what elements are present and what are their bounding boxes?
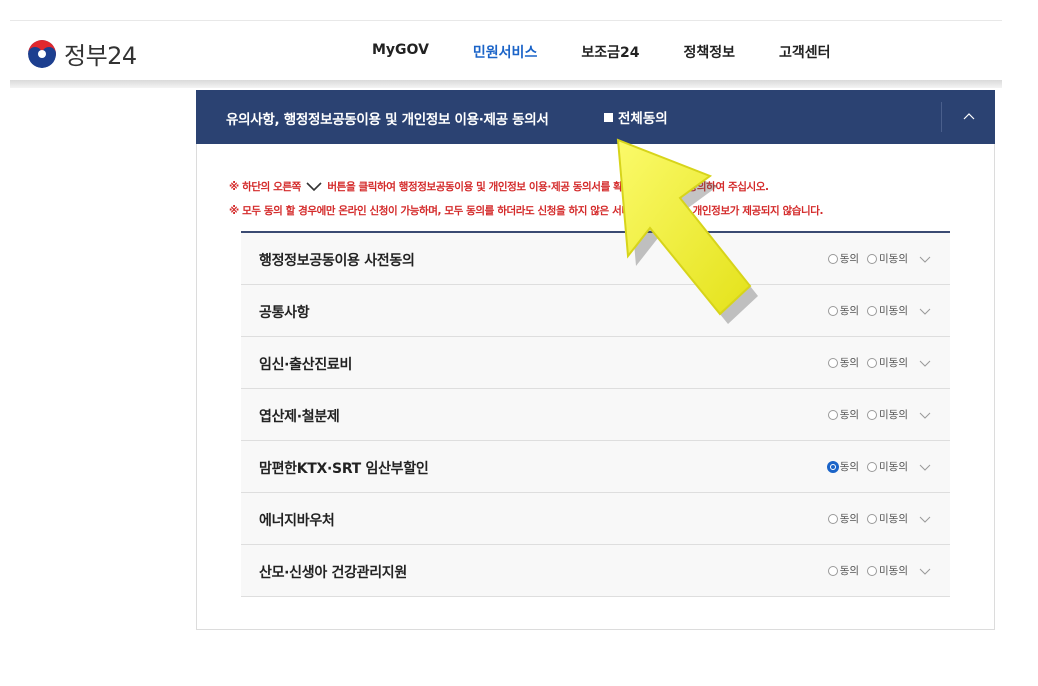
disagree-radio[interactable]: 미동의: [867, 355, 908, 370]
header-divider: [941, 102, 942, 132]
agree-radio[interactable]: 동의: [827, 407, 860, 422]
disagree-label: 미동의: [879, 461, 908, 473]
list-item: 맘편한KTX·SRT 임산부할인 동의 미동의: [241, 441, 950, 493]
agree-label: 동의: [839, 253, 860, 265]
consent-panel-header: 유의사항, 행정정보공동이용 및 개인정보 이용·제공 동의서 전체동의: [196, 90, 995, 144]
chevron-down-icon[interactable]: [918, 514, 932, 524]
chevron-down-icon[interactable]: [918, 254, 932, 264]
collapse-button[interactable]: [956, 104, 982, 130]
header-shadow-divider: [10, 80, 1002, 88]
consent-list: 행정정보공동이용 사전동의 동의 미동의 공통사항 동의 미동의 임신·출산진료비 동의 미동의…: [241, 231, 950, 597]
agree-radio[interactable]: 동의: [827, 355, 860, 370]
list-item: 에너지바우처 동의 미동의: [241, 493, 950, 545]
consent-item-label: 엽산제·철분제: [259, 409, 340, 425]
nav-item-mygov[interactable]: MyGOV: [372, 42, 429, 62]
agree-label: 동의: [839, 357, 860, 369]
chevron-down-icon[interactable]: [918, 306, 932, 316]
agree-label: 동의: [839, 409, 860, 421]
radio-button-icon: [827, 305, 838, 316]
disagree-radio[interactable]: 미동의: [867, 563, 908, 578]
radio-button-icon: [827, 565, 838, 576]
nav-item-subsidy24[interactable]: 보조금24: [581, 42, 639, 62]
chevron-down-icon[interactable]: [918, 358, 932, 368]
disagree-radio[interactable]: 미동의: [867, 459, 908, 474]
consent-item-label: 산모·신생아 건강관리지원: [259, 565, 407, 581]
radio-button-icon: [867, 253, 878, 264]
radio-button-icon: [827, 513, 838, 524]
site-header: 정부24 MyGOV 민원서비스 보조금24 정책정보 고객센터: [0, 0, 1038, 88]
agree-radio[interactable]: 동의: [827, 511, 860, 526]
agree-label: 동의: [839, 513, 860, 525]
taegeuk-logo-icon: [28, 39, 56, 68]
checkbox-square-icon: [604, 112, 613, 122]
agree-radio[interactable]: 동의: [827, 303, 860, 318]
disagree-label: 미동의: [879, 565, 908, 577]
agree-radio[interactable]: 동의: [827, 251, 860, 266]
notice-1-suffix: 버튼을 클릭하여 행정정보공동이용 및 개인정보 이용·제공 동의서를 확인하여…: [327, 181, 769, 193]
chevron-down-icon: [306, 182, 322, 192]
radio-button-icon: [827, 253, 838, 264]
consent-options: 동의 미동의: [827, 303, 932, 318]
chevron-up-icon: [963, 113, 975, 120]
chevron-down-icon[interactable]: [918, 462, 932, 472]
radio-button-icon: [827, 461, 838, 472]
radio-button-icon: [867, 461, 878, 472]
consent-panel: 유의사항, 행정정보공동이용 및 개인정보 이용·제공 동의서 전체동의 ※ 하…: [196, 90, 995, 630]
nav-item-civil-services[interactable]: 민원서비스: [473, 42, 537, 62]
radio-button-icon: [867, 305, 878, 316]
consent-options: 동의 미동의: [827, 563, 932, 578]
notice-line-2: ※ 모두 동의 할 경우에만 온라인 신청이 가능하며, 모두 동의를 하더라도…: [229, 205, 824, 217]
agree-label: 동의: [839, 305, 860, 317]
list-item: 산모·신생아 건강관리지원 동의 미동의: [241, 545, 950, 597]
consent-item-label: 행정정보공동이용 사전동의: [259, 253, 415, 269]
disagree-label: 미동의: [879, 513, 908, 525]
disagree-label: 미동의: [879, 357, 908, 369]
radio-button-icon: [827, 357, 838, 368]
consent-item-label: 임신·출산진료비: [259, 357, 353, 373]
nav-item-policy-info[interactable]: 정책정보: [683, 42, 735, 62]
agree-radio[interactable]: 동의: [827, 459, 860, 474]
consent-options: 동의 미동의: [827, 459, 932, 474]
consent-options: 동의 미동의: [827, 251, 932, 266]
agree-label: 동의: [839, 461, 860, 473]
disagree-radio[interactable]: 미동의: [867, 303, 908, 318]
notice-line-1: ※ 하단의 오른쪽 버튼을 클릭하여 행정정보공동이용 및 개인정보 이용·제공…: [229, 179, 769, 194]
logo[interactable]: 정부24: [28, 36, 137, 71]
radio-button-icon: [867, 565, 878, 576]
consent-item-label: 에너지바우처: [259, 513, 335, 529]
logo-text: 정부24: [64, 42, 137, 70]
notice-1-prefix: ※ 하단의 오른쪽: [229, 181, 301, 193]
consent-options: 동의 미동의: [827, 407, 932, 422]
disagree-radio[interactable]: 미동의: [867, 511, 908, 526]
consent-options: 동의 미동의: [827, 355, 932, 370]
agree-label: 동의: [839, 565, 860, 577]
disagree-label: 미동의: [879, 253, 908, 265]
list-item: 임신·출산진료비 동의 미동의: [241, 337, 950, 389]
radio-button-icon: [827, 409, 838, 420]
radio-button-icon: [867, 409, 878, 420]
all-agree-checkbox[interactable]: 전체동의: [604, 107, 668, 127]
consent-item-label: 공통사항: [259, 305, 310, 321]
agree-radio[interactable]: 동의: [827, 563, 860, 578]
list-item: 엽산제·철분제 동의 미동의: [241, 389, 950, 441]
disagree-radio[interactable]: 미동의: [867, 251, 908, 266]
nav-item-customer-center[interactable]: 고객센터: [779, 42, 831, 62]
disagree-label: 미동의: [879, 409, 908, 421]
list-item: 행정정보공동이용 사전동의 동의 미동의: [241, 233, 950, 285]
main-nav: MyGOV 민원서비스 보조금24 정책정보 고객센터: [372, 42, 875, 62]
page: 정부24 MyGOV 민원서비스 보조금24 정책정보 고객센터 유의사항, 행…: [0, 0, 1038, 686]
list-item: 공통사항 동의 미동의: [241, 285, 950, 337]
disagree-radio[interactable]: 미동의: [867, 407, 908, 422]
all-agree-label: 전체동의: [618, 111, 668, 127]
chevron-down-icon[interactable]: [918, 410, 932, 420]
radio-button-icon: [867, 513, 878, 524]
consent-options: 동의 미동의: [827, 511, 932, 526]
radio-button-icon: [867, 357, 878, 368]
consent-panel-title: 유의사항, 행정정보공동이용 및 개인정보 이용·제공 동의서: [226, 112, 549, 128]
consent-item-label: 맘편한KTX·SRT 임산부할인: [259, 461, 429, 477]
disagree-label: 미동의: [879, 305, 908, 317]
header-top-divider: [10, 20, 1002, 21]
chevron-down-icon[interactable]: [918, 566, 932, 576]
